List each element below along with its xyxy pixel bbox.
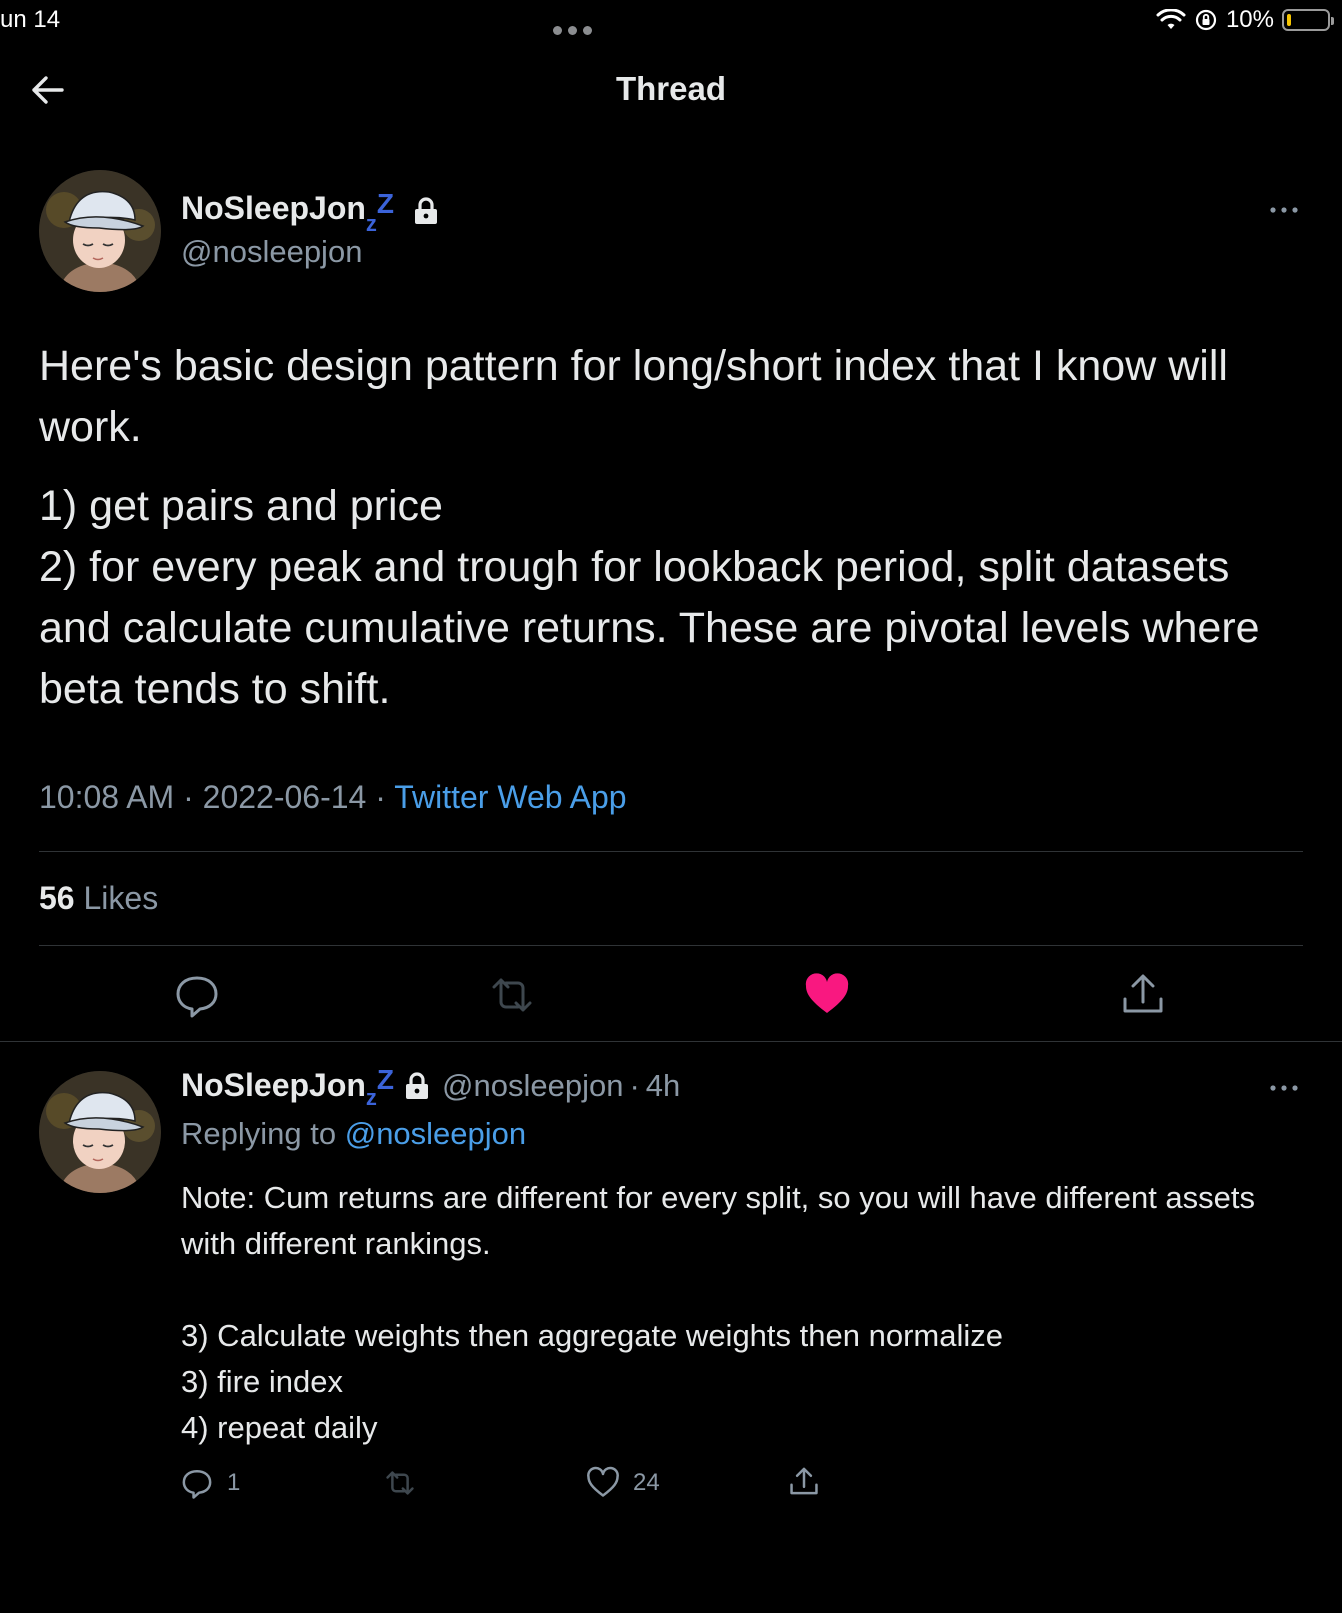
page-title: Thread <box>615 70 727 107</box>
battery-level <box>1287 14 1291 26</box>
more-options-icon[interactable] <box>1268 205 1300 215</box>
lock-icon <box>414 196 437 224</box>
reply-icon[interactable] <box>171 969 223 1021</box>
retweet-icon <box>386 1471 414 1495</box>
divider <box>39 945 1303 946</box>
tweet-meta: 10:08 AM · 2022-06-14 · Twitter Web App <box>39 779 627 816</box>
wifi-icon <box>1156 9 1186 29</box>
likes-label: Likes <box>83 880 159 916</box>
avatar[interactable] <box>39 170 161 292</box>
battery-percent: 10% <box>1225 6 1274 33</box>
reply-display-name[interactable]: NoSleepJon <box>181 1067 366 1104</box>
heart-outline-icon <box>587 1466 619 1497</box>
reply-reply-button[interactable]: 1 <box>179 1465 240 1501</box>
replying-to: Replying to @nosleepjon <box>181 1116 526 1152</box>
sleep-z-small: z <box>365 211 377 236</box>
reply-text: Note: Cum returns are different for ever… <box>181 1180 1256 1445</box>
share-icon <box>790 1467 818 1495</box>
divider <box>39 851 1303 852</box>
tweet-text: Here's basic design pattern for long/sho… <box>39 336 1309 738</box>
divider <box>0 1041 1342 1042</box>
share-icon[interactable] <box>1117 969 1169 1021</box>
tweet-date: 2022-06-14 <box>202 779 367 815</box>
more-options-icon[interactable] <box>1268 1083 1300 1093</box>
reply-like-button[interactable]: 24 <box>585 1465 660 1501</box>
like-icon[interactable] <box>801 969 853 1021</box>
author-name[interactable]: NoSleepJonzZ <box>181 188 441 236</box>
retweet-icon[interactable] <box>486 969 538 1021</box>
reply-share-button[interactable] <box>786 1463 822 1501</box>
reply-author-row: NoSleepJon z Z @nosleepjon · 4h <box>181 1063 681 1110</box>
meta-separator: · <box>629 1067 640 1103</box>
reply-avatar[interactable] <box>39 1071 161 1193</box>
sleep-z-large: Z <box>376 1063 395 1095</box>
meta-separator: · <box>375 779 386 815</box>
replying-prefix: Replying to <box>181 1116 337 1151</box>
author-handle[interactable]: @nosleepjon <box>181 234 362 270</box>
lock-icon <box>406 1071 429 1099</box>
tweet-time: 10:08 AM <box>39 779 175 815</box>
reply-age: 4h <box>645 1067 681 1103</box>
reply-retweet-button[interactable] <box>381 1465 419 1501</box>
reply-handle[interactable]: @nosleepjon <box>442 1068 623 1104</box>
tweet-source-link[interactable]: Twitter Web App <box>394 779 626 815</box>
replying-to-link[interactable]: @nosleepjon <box>345 1116 526 1151</box>
meta-separator: · <box>183 779 194 815</box>
sleep-z-large: Z <box>376 188 395 219</box>
likes-number: 56 <box>39 880 75 916</box>
battery-icon <box>1282 9 1334 31</box>
tweet-paragraph-2: 1) get pairs and price 2) for every peak… <box>39 482 1260 713</box>
reply-count: 1 <box>227 1469 241 1496</box>
status-right: 10% <box>1156 6 1334 34</box>
sleep-z-small: z <box>365 1084 377 1110</box>
reply-icon <box>182 1469 212 1499</box>
tweet-paragraph-1: Here's basic design pattern for long/sho… <box>39 342 1228 451</box>
likes-count[interactable]: 56 Likes <box>39 880 158 917</box>
multitasking-dots-icon[interactable] <box>553 22 598 40</box>
status-time: un 14 <box>0 6 61 33</box>
rotation-lock-icon <box>1195 9 1217 31</box>
display-name: NoSleepJon <box>181 190 366 226</box>
like-count: 24 <box>633 1469 660 1496</box>
